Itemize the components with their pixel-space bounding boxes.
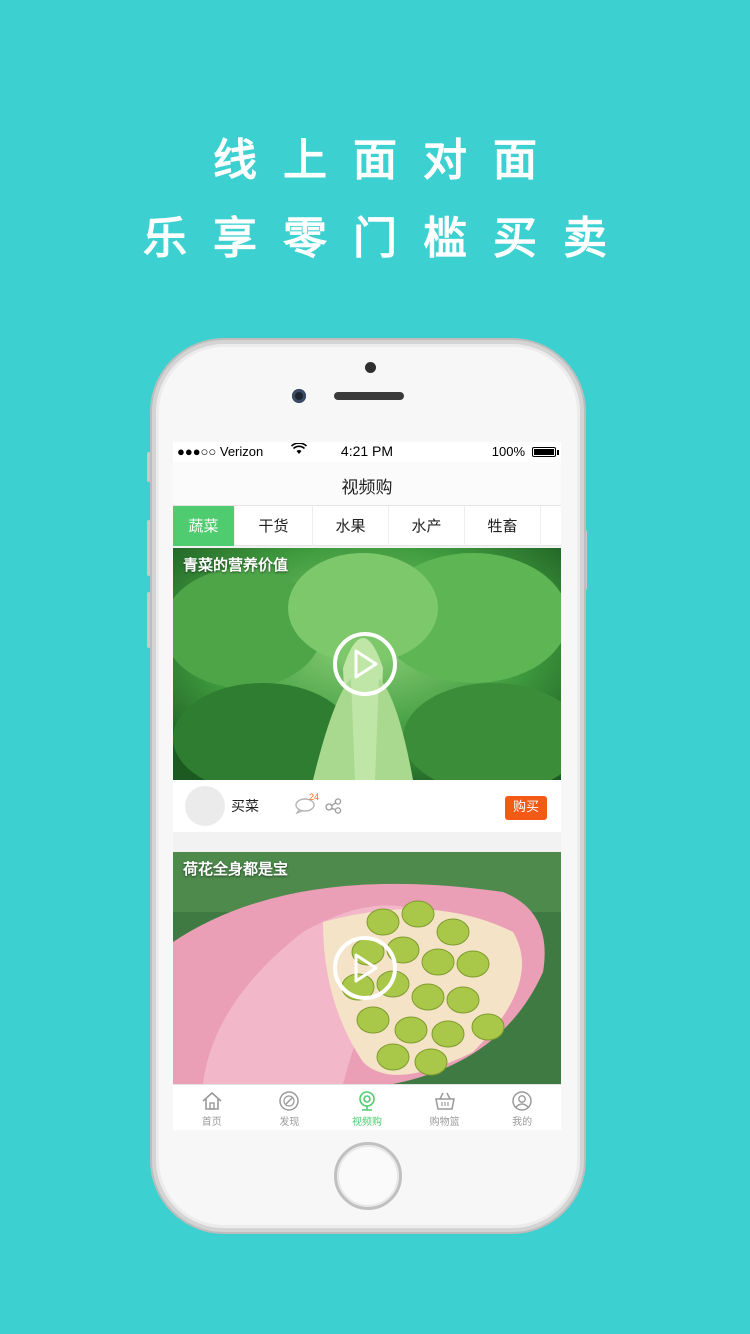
home-icon — [202, 1091, 222, 1110]
bottom-tab-bar: 首页 发现 视频购 购物篮 我的 — [173, 1084, 561, 1130]
tabbar-label: 购物篮 — [429, 1117, 460, 1128]
video-thumbnail-lotus[interactable]: 荷花全身都是宝 — [173, 852, 561, 1084]
tab-fruit[interactable]: 水果 — [313, 506, 389, 546]
tab-dried-goods[interactable]: 干货 — [235, 506, 313, 546]
compass-icon — [279, 1091, 300, 1111]
video-card-footer: 买菜 24 购买 — [173, 780, 561, 832]
tabbar-item-basket[interactable]: 购物篮 — [406, 1085, 484, 1130]
tab-overflow — [541, 506, 561, 546]
tabbar-label: 视频购 — [351, 1117, 382, 1128]
tab-vegetables[interactable]: 蔬菜 — [173, 506, 235, 546]
video-title: 青菜的营养价值 — [183, 556, 289, 574]
battery-percent: 100% — [491, 444, 525, 459]
front-sensor — [365, 362, 376, 373]
home-button[interactable] — [334, 1142, 402, 1210]
tab-livestock[interactable]: 牲畜 — [465, 506, 541, 546]
earpiece-speaker — [334, 392, 404, 400]
comment-count: 24 — [309, 792, 320, 802]
basket-icon — [434, 1092, 455, 1110]
tabbar-item-discover[interactable]: 发现 — [251, 1085, 329, 1130]
tabbar-label: 发现 — [279, 1117, 300, 1128]
share-icon[interactable] — [325, 798, 343, 814]
promo-headline-2: 乐享零门槛买卖 — [143, 213, 633, 264]
user-icon — [512, 1091, 532, 1111]
tabbar-item-home[interactable]: 首页 — [173, 1085, 251, 1130]
status-bar: ●●●○○ Verizon 4:21 PM 100% — [173, 442, 561, 462]
battery-icon — [532, 447, 559, 457]
nav-bar: 视频购 — [173, 462, 561, 506]
front-camera — [292, 389, 306, 403]
buy-button[interactable]: 购买 — [505, 796, 547, 820]
category-tabs: 蔬菜 干货 水果 水产 牲畜 — [173, 506, 561, 546]
promo-headline-1: 线上面对面 — [213, 135, 563, 186]
tabbar-label: 首页 — [201, 1117, 222, 1128]
webcam-icon — [359, 1091, 375, 1111]
tabbar-item-profile[interactable]: 我的 — [483, 1085, 561, 1130]
play-icon[interactable] — [333, 936, 397, 1000]
video-title: 荷花全身都是宝 — [183, 860, 289, 878]
seller-name[interactable]: 买菜 — [231, 796, 259, 816]
tabbar-item-video-shop[interactable]: 视频购 — [328, 1085, 406, 1130]
tabbar-label: 我的 — [512, 1117, 533, 1128]
avatar[interactable] — [185, 786, 225, 826]
app-screen: ●●●○○ Verizon 4:21 PM 100% 视频购 蔬菜 干货 水果 … — [173, 442, 561, 1130]
page-title: 视频购 — [341, 478, 393, 498]
video-thumbnail-bok-choy[interactable]: 青菜的营养价值 — [173, 548, 561, 780]
tab-seafood[interactable]: 水产 — [389, 506, 465, 546]
play-icon[interactable] — [333, 632, 397, 696]
